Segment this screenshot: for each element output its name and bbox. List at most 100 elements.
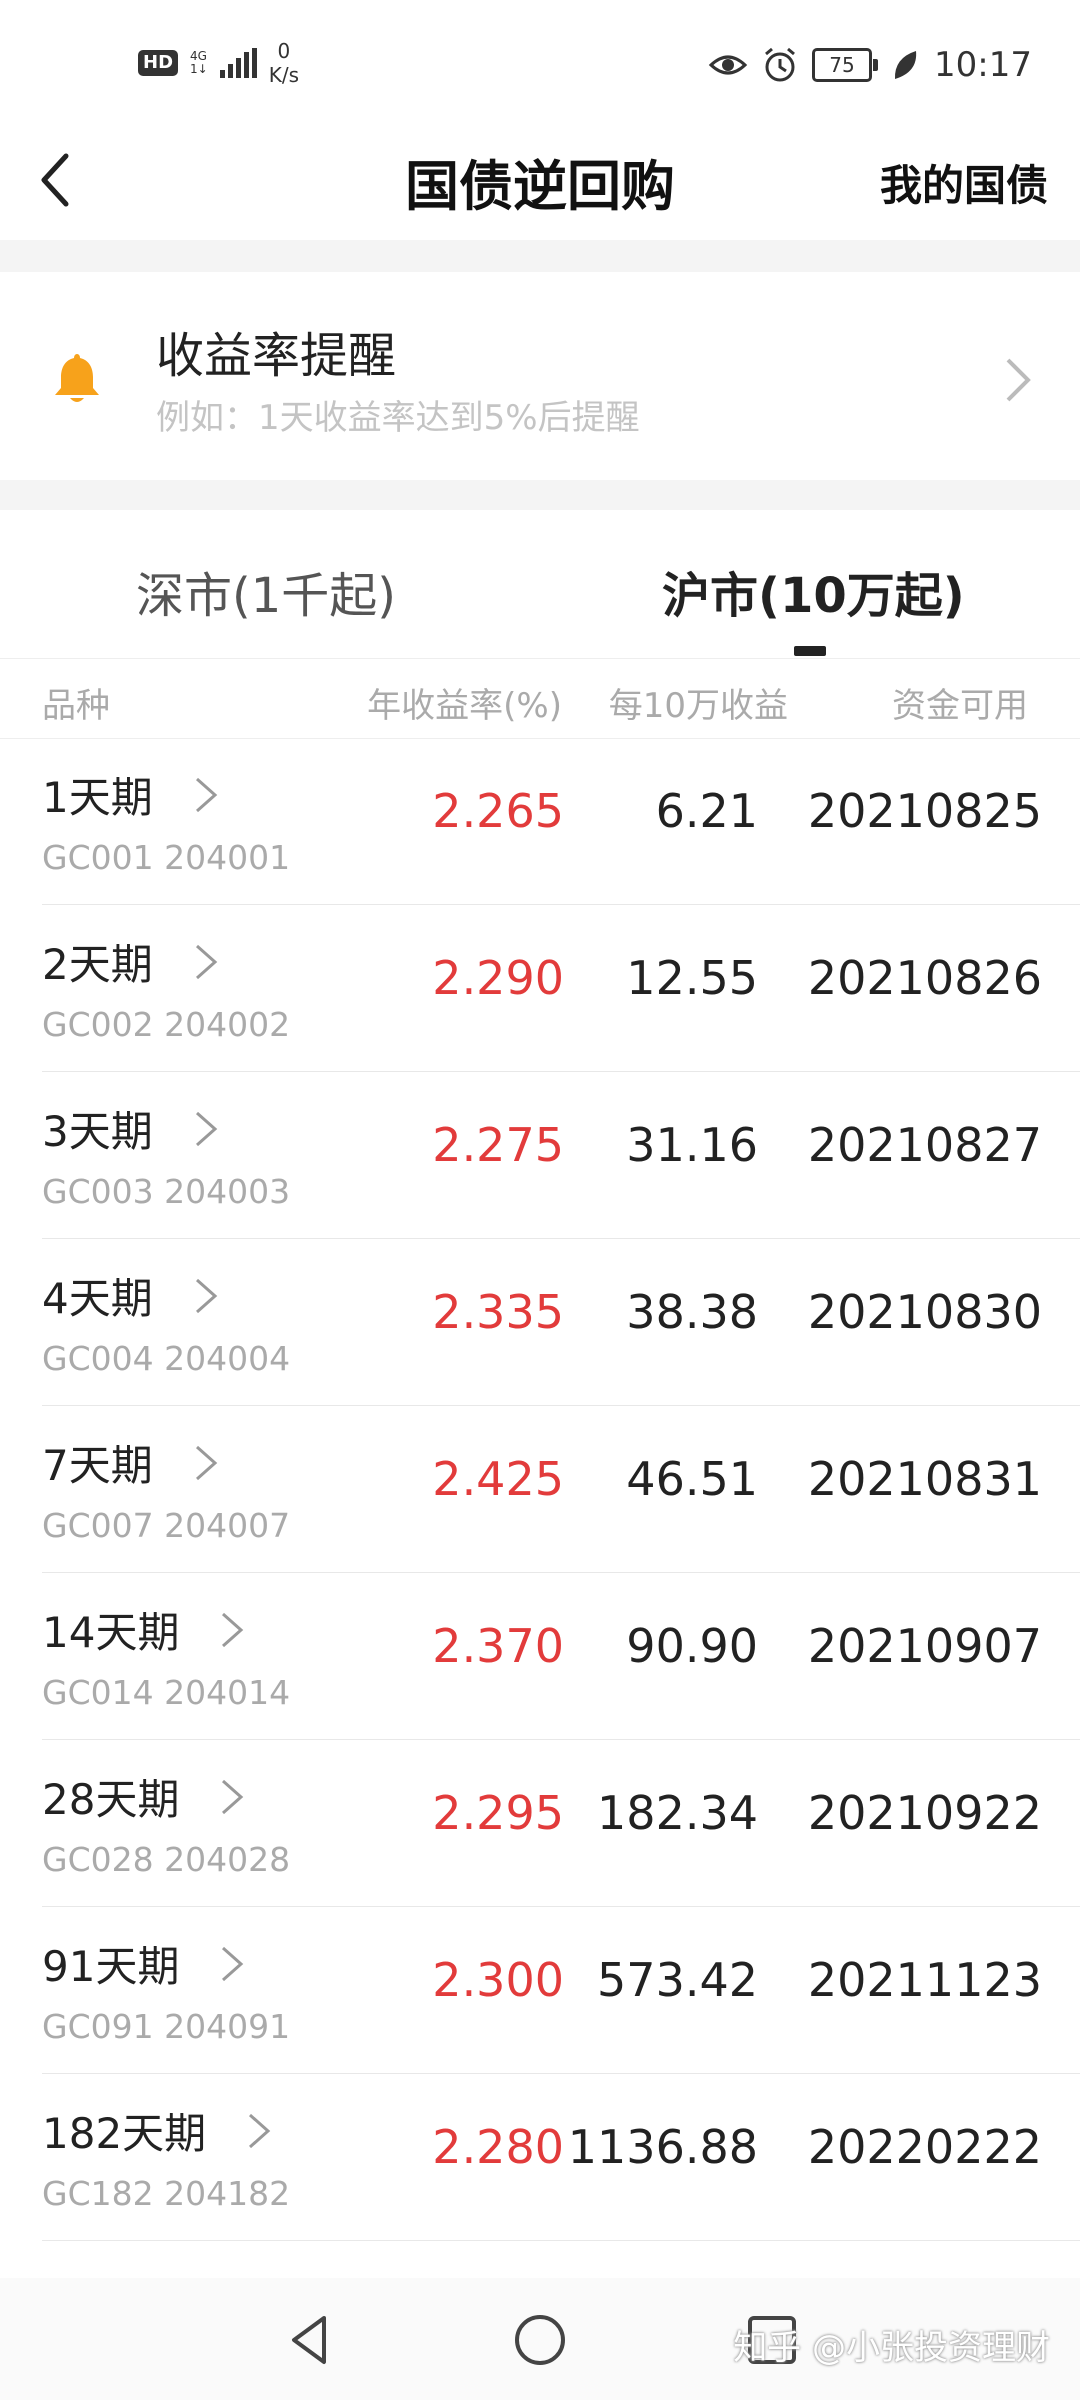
row-rate: 2.265 xyxy=(432,784,564,838)
column-header-income: 每10万收益 xyxy=(608,686,788,726)
row-date: 20210830 xyxy=(807,1285,1042,1339)
row-date: 20211123 xyxy=(807,1953,1042,2007)
row-income: 182.34 xyxy=(597,1786,758,1840)
row-code: GC014 204014 xyxy=(42,1673,291,1712)
status-bar: HD 4G 1↓ 0 K/s 75 10:17 xyxy=(0,0,1080,120)
chevron-right-icon xyxy=(222,1946,244,1981)
speed-unit: K/s xyxy=(268,63,299,87)
chevron-right-icon xyxy=(195,1111,217,1146)
chevron-right-icon xyxy=(195,1445,217,1480)
row-code: GC007 204007 xyxy=(42,1506,291,1545)
row-income: 90.90 xyxy=(626,1619,758,1673)
row-name-label: 7天期 xyxy=(42,1441,153,1490)
row-rate: 2.280 xyxy=(432,2120,564,2174)
table-row[interactable]: 28天期 GC028 204028 2.295 182.34 20210922 xyxy=(0,1740,1080,1907)
table-row[interactable]: 91天期 GC091 204091 2.300 573.42 20211123 xyxy=(0,1907,1080,2074)
chevron-right-icon xyxy=(998,352,1038,408)
chevron-right-icon xyxy=(222,1779,244,1814)
bell-icon xyxy=(48,350,106,408)
table-row[interactable]: 2天期 GC002 204002 2.290 12.55 20210826 xyxy=(0,905,1080,1072)
system-nav-bar: 知乎 @小张投资理财 xyxy=(0,2278,1080,2400)
column-header-rate: 年收益率(%) xyxy=(367,686,562,726)
row-rate: 2.370 xyxy=(432,1619,564,1673)
table-row[interactable]: 7天期 GC007 204007 2.425 46.51 20210831 xyxy=(0,1406,1080,1573)
leaf-icon xyxy=(892,45,918,85)
battery-icon: 75 xyxy=(812,48,879,82)
chevron-right-icon xyxy=(195,1278,217,1313)
row-date: 20210831 xyxy=(807,1452,1042,1506)
eye-icon xyxy=(708,45,748,85)
row-name: 4天期 xyxy=(42,1265,221,1326)
network-type: 4G 1↓ xyxy=(190,50,208,76)
row-name-label: 4天期 xyxy=(42,1274,153,1323)
row-name-label: 3天期 xyxy=(42,1107,153,1156)
row-date: 20210827 xyxy=(807,1118,1042,1172)
row-income: 1136.88 xyxy=(567,2120,758,2174)
row-name: 14天期 xyxy=(42,1599,247,1660)
network-speed: 0 K/s xyxy=(269,39,299,87)
row-rate: 2.295 xyxy=(432,1786,564,1840)
circle-home-icon xyxy=(515,2315,565,2365)
row-date: 20210907 xyxy=(807,1619,1042,1673)
row-code: GC182 204182 xyxy=(42,2174,291,2213)
reminder-subtitle: 例如：1天收益率达到5%后提醒 xyxy=(156,398,640,438)
row-income: 6.21 xyxy=(655,784,758,838)
market-tabs: 深市(1千起) 沪市(10万起) xyxy=(0,510,1080,659)
row-name: 2天期 xyxy=(42,931,221,992)
table-row[interactable]: 14天期 GC014 204014 2.370 90.90 20210907 xyxy=(0,1573,1080,1740)
row-name: 3天期 xyxy=(42,1098,221,1159)
table-header: 品种 年收益率(%) 每10万收益 资金可用 xyxy=(0,658,1080,739)
row-income: 46.51 xyxy=(626,1452,758,1506)
tab-indicator xyxy=(794,646,826,656)
row-income: 38.38 xyxy=(626,1285,758,1339)
row-code: GC002 204002 xyxy=(42,1005,291,1044)
hd-badge: HD xyxy=(138,50,179,76)
table-row[interactable]: 1天期 GC001 204001 2.265 6.21 20210825 xyxy=(0,738,1080,905)
chevron-right-icon xyxy=(249,2113,271,2148)
table-row[interactable]: 182天期 GC182 204182 2.280 1136.88 2022022… xyxy=(0,2074,1080,2241)
row-rate: 2.290 xyxy=(432,951,564,1005)
speed-value: 0 xyxy=(277,39,291,63)
row-date: 20210922 xyxy=(807,1786,1042,1840)
triangle-back-icon xyxy=(292,2316,326,2364)
row-rate: 2.425 xyxy=(432,1452,564,1506)
row-name-label: 28天期 xyxy=(42,1775,180,1824)
reminder-title: 收益率提醒 xyxy=(156,328,397,384)
chevron-right-icon xyxy=(195,777,217,812)
tab-shanghai[interactable]: 沪市(10万起) xyxy=(662,556,965,626)
nav-home-button[interactable] xyxy=(510,2310,570,2370)
row-code: GC004 204004 xyxy=(42,1339,291,1378)
status-right: 75 10:17 xyxy=(708,40,1032,90)
table-row[interactable]: 4天期 GC004 204004 2.335 38.38 20210830 xyxy=(0,1239,1080,1406)
row-code: GC001 204001 xyxy=(42,838,291,877)
row-date: 20210826 xyxy=(807,951,1042,1005)
row-date: 20210825 xyxy=(807,784,1042,838)
row-name-label: 91天期 xyxy=(42,1942,180,1991)
row-name: 1天期 xyxy=(42,764,221,825)
row-date: 20220222 xyxy=(807,2120,1042,2174)
nav-back-button[interactable] xyxy=(280,2310,340,2370)
tab-shenzhen[interactable]: 深市(1千起) xyxy=(136,556,396,626)
row-name: 7天期 xyxy=(42,1432,221,1493)
clock: 10:17 xyxy=(934,45,1032,85)
row-name-label: 2天期 xyxy=(42,940,153,989)
row-name: 91天期 xyxy=(42,1933,247,1994)
status-left: HD 4G 1↓ 0 K/s xyxy=(138,38,299,88)
row-name: 182天期 xyxy=(42,2100,274,2161)
column-header-variety: 品种 xyxy=(42,686,110,726)
row-divider xyxy=(42,2240,1080,2241)
table-row[interactable]: 3天期 GC003 204003 2.275 31.16 20210827 xyxy=(0,1072,1080,1239)
nav-header: 国债逆回购 我的国债 xyxy=(0,120,1080,240)
column-header-available: 资金可用 xyxy=(892,686,1028,726)
chevron-right-icon xyxy=(222,1612,244,1647)
row-income: 12.55 xyxy=(626,951,758,1005)
row-name-label: 1天期 xyxy=(42,773,153,822)
yield-reminder[interactable]: 收益率提醒 例如：1天收益率达到5%后提醒 xyxy=(0,272,1080,480)
network-sub-label: 1↓ xyxy=(190,62,208,76)
row-income: 573.42 xyxy=(597,1953,758,2007)
row-rate: 2.275 xyxy=(432,1118,564,1172)
row-code: GC028 204028 xyxy=(42,1840,291,1879)
my-bonds-link[interactable]: 我的国债 xyxy=(880,152,1048,213)
row-name: 28天期 xyxy=(42,1766,247,1827)
row-rate: 2.335 xyxy=(432,1285,564,1339)
